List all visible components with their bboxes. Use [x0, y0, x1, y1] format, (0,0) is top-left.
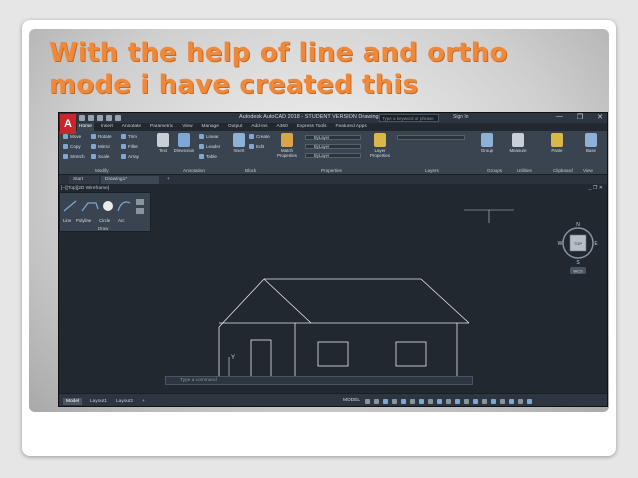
slide-title-line-2: mode i have created this: [49, 70, 419, 100]
ucs-y-label: Y: [231, 355, 235, 361]
window-right: [395, 341, 427, 367]
house-drawing: [218, 278, 470, 382]
draw-group-label[interactable]: Draw: [98, 226, 108, 231]
add-layout-button[interactable]: +: [139, 398, 148, 405]
circle-tool-label[interactable]: Circle: [99, 218, 110, 223]
viewcube-top-label: TOP: [574, 241, 582, 246]
tab-model[interactable]: Model: [63, 398, 83, 405]
units-icon[interactable]: [473, 399, 478, 404]
transparency-icon[interactable]: [428, 399, 433, 404]
autocad-screenshot: A Autodesk AutoCAD 2018 - STUDENT VERSIO…: [58, 112, 608, 407]
selection-cycling-icon[interactable]: [437, 399, 442, 404]
arc-tool-label[interactable]: Arc: [118, 218, 125, 223]
osnap-icon[interactable]: [401, 399, 406, 404]
line-tool-label[interactable]: Line: [63, 218, 71, 223]
hatch-icon[interactable]: [136, 208, 144, 214]
slide-title-line-1: With the help of line and ortho: [49, 38, 508, 68]
compass-north: N: [576, 222, 580, 228]
ortho-icon[interactable]: [383, 399, 388, 404]
model-space-toggle[interactable]: MODEL: [343, 398, 360, 403]
draw-panel: Line Polyline Circle Arc Draw: [59, 192, 151, 232]
isolate-objects-icon[interactable]: [500, 399, 505, 404]
drawing-area[interactable]: Y X TOP N S E W WCS: [59, 113, 608, 407]
house-outline: [218, 323, 458, 382]
quick-properties-icon[interactable]: [482, 399, 487, 404]
compass-south: S: [576, 260, 580, 266]
door: [250, 339, 272, 382]
command-line-input[interactable]: Type a command: [165, 376, 473, 385]
annotation-monitor-icon[interactable]: [464, 399, 469, 404]
annotation-scale-icon[interactable]: [446, 399, 451, 404]
rectangle-icon[interactable]: [136, 199, 144, 205]
lineweight-icon[interactable]: [419, 399, 424, 404]
roof-left-slope: [218, 278, 265, 328]
snap-icon[interactable]: [374, 399, 379, 404]
polar-icon[interactable]: [392, 399, 397, 404]
customization-icon[interactable]: [527, 399, 532, 404]
polyline-tool-label[interactable]: Polyline: [76, 218, 91, 223]
tab-layout2[interactable]: Layout2: [113, 398, 136, 405]
crosshair-cursor: [464, 209, 514, 223]
line-icon[interactable]: [63, 200, 77, 212]
window-left: [317, 341, 349, 367]
draw-tool-icons: [63, 199, 144, 214]
compass-east: E: [594, 241, 598, 247]
circle-icon[interactable]: [103, 201, 113, 211]
workspace-icon[interactable]: [455, 399, 460, 404]
tab-layout1[interactable]: Layout1: [87, 398, 110, 405]
grid-icon[interactable]: [365, 399, 370, 404]
polyline-icon[interactable]: [81, 202, 99, 212]
roof-right-slope: [420, 278, 470, 324]
application-menu-button[interactable]: A: [60, 114, 76, 134]
status-toggles: [365, 399, 532, 404]
clean-screen-icon[interactable]: [518, 399, 523, 404]
lock-ui-icon[interactable]: [491, 399, 496, 404]
wcs-label: WCS: [573, 269, 583, 274]
compass-west: W: [558, 241, 563, 247]
status-bar: Model Layout1 Layout2 + MODEL: [59, 393, 607, 406]
slide-title: With the help of line and ortho mode i h…: [49, 37, 589, 101]
slide-content-panel: With the help of line and ortho mode i h…: [29, 29, 609, 412]
viewcube[interactable]: TOP N S E W WCS: [558, 222, 599, 274]
arc-icon[interactable]: [117, 201, 131, 212]
otrack-icon[interactable]: [410, 399, 415, 404]
hardware-acceleration-icon[interactable]: [509, 399, 514, 404]
gable-slope: [263, 278, 312, 324]
